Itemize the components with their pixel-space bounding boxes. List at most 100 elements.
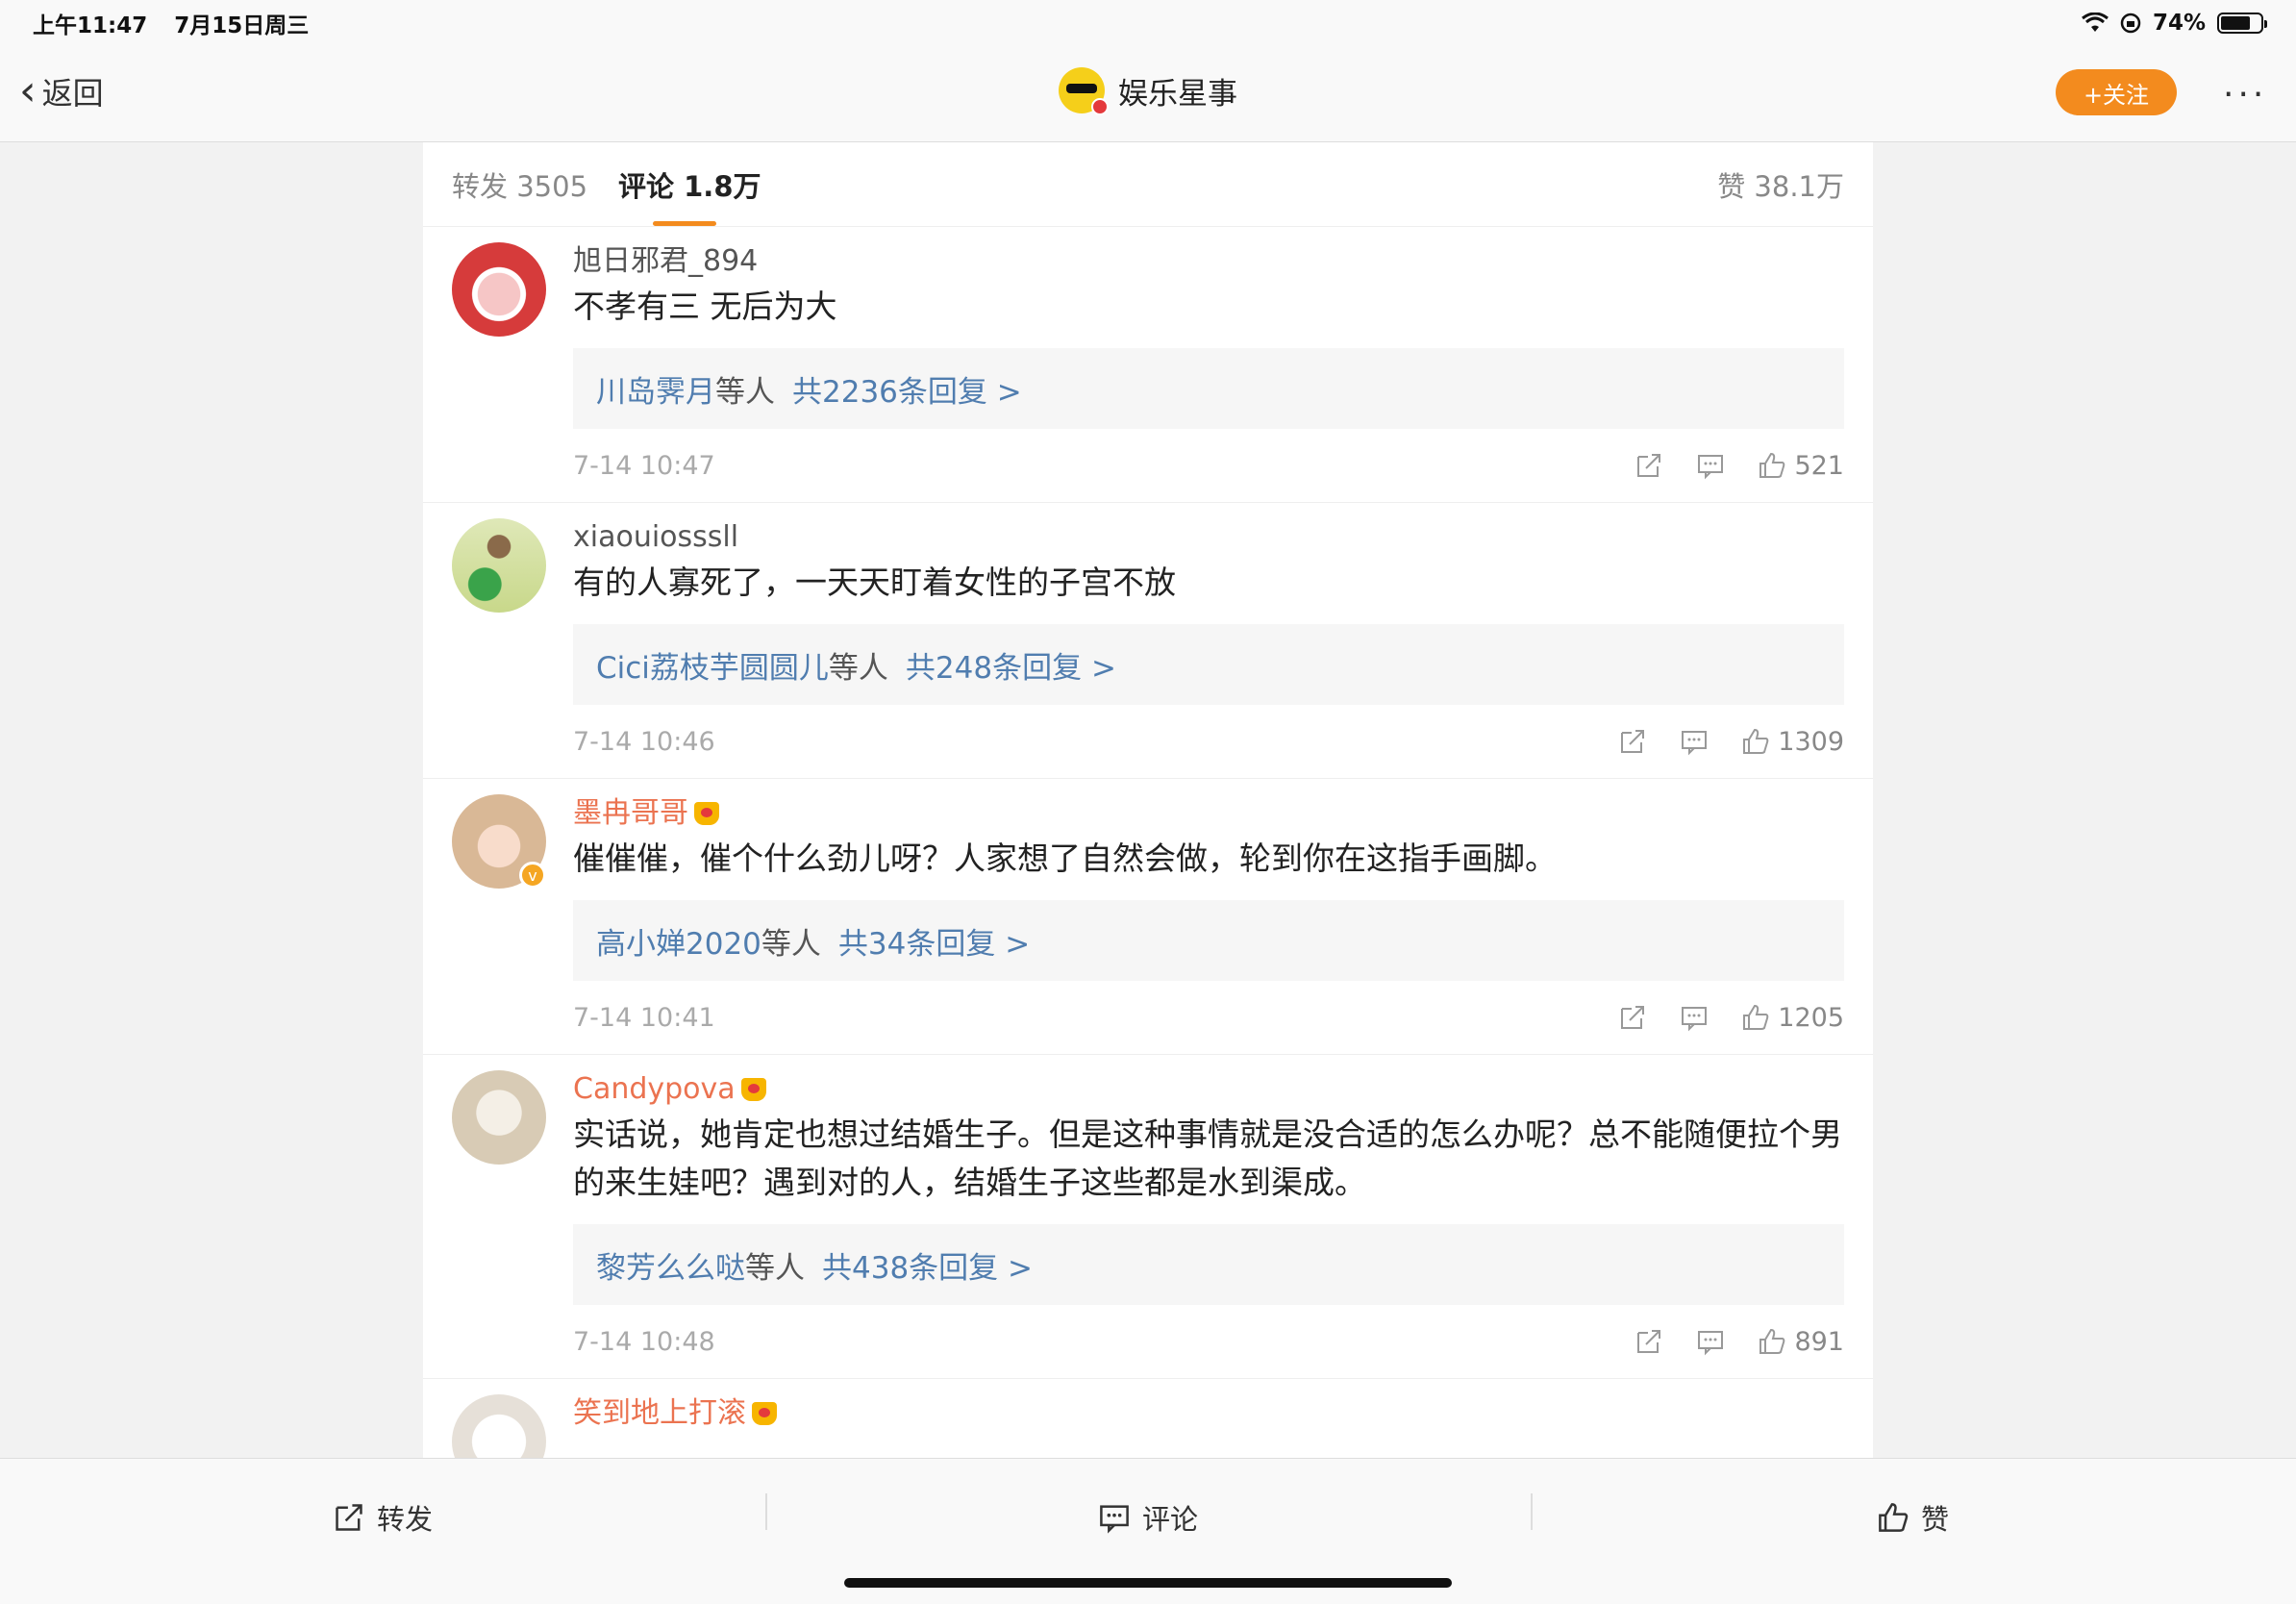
thumbs-up-icon	[1743, 1004, 1769, 1030]
orientation-lock-icon	[2120, 13, 2141, 34]
thumbs-up-icon	[1743, 728, 1769, 754]
comment-text: 实话说，她肯定也想过结婚生子。但是这种事情就是没合适的怎么办呢？总不能随便拉个男…	[573, 1115, 1842, 1201]
author-name: 墨冉哥哥	[573, 796, 688, 830]
reply-count[interactable]: 共34条回复 >	[838, 919, 1030, 963]
reply-count[interactable]: 共2236条回复 >	[792, 367, 1022, 411]
tab-repost[interactable]: 转发 3505	[452, 164, 587, 205]
share-icon[interactable]	[1618, 727, 1647, 756]
reply-count[interactable]: 共248条回复 >	[906, 643, 1116, 687]
reply-icon[interactable]	[1680, 1003, 1709, 1032]
comment-actions: 521	[1635, 451, 1844, 481]
status-right: 74%	[2082, 11, 2267, 36]
account-name: 娱乐星事	[1118, 76, 1237, 112]
avatar[interactable]	[452, 518, 546, 613]
comment-actions: 1309	[1618, 727, 1844, 757]
account-avatar	[1059, 67, 1109, 115]
comment-footer: 7-14 10:46 1309	[573, 705, 1844, 778]
bottom-action-bar: 转发 评论 赞	[0, 1458, 2296, 1604]
reply-icon[interactable]	[1680, 727, 1709, 756]
comment-time: 7-14 10:48	[573, 1326, 715, 1357]
repost-label: 转发	[377, 1503, 434, 1536]
comment-footer: 7-14 10:47 521	[573, 429, 1844, 502]
divider	[1531, 1493, 1533, 1530]
status-time: 上午11:47	[33, 13, 148, 38]
comment-actions: 891	[1635, 1327, 1844, 1357]
follow-button[interactable]: +关注	[2056, 69, 2177, 115]
like-count: 891	[1794, 1326, 1844, 1357]
comment-button[interactable]: 评论	[1098, 1497, 1198, 1538]
replies-link[interactable]: 黎芳么么哒 等人 共438条回复 >	[573, 1224, 1844, 1305]
share-icon	[336, 1504, 362, 1531]
comment-footer: 7-14 10:41 1205	[573, 981, 1844, 1054]
like-button[interactable]: 1309	[1741, 727, 1844, 757]
tab-comment[interactable]: 评论 1.8万	[618, 164, 761, 226]
comment-text: 有的人寡死了，一天天盯着女性的子宫不放	[573, 564, 1176, 601]
like-button[interactable]: 891	[1758, 1327, 1844, 1357]
reply-user[interactable]: 高小婵2020	[596, 919, 761, 963]
comment-item: v 墨冉哥哥 催催催，催个什么劲儿呀？人家想了自然会做，轮到你在这指手画脚。 高…	[423, 779, 1873, 1055]
thumbs-up-icon	[1879, 1503, 1909, 1532]
battery-fill	[2221, 16, 2250, 30]
repost-button[interactable]: 转发	[333, 1497, 433, 1538]
chevron-left-icon: ‹	[19, 66, 37, 115]
more-options-icon[interactable]: ···	[2223, 75, 2267, 114]
thumbs-up-icon	[1759, 1328, 1785, 1354]
nav-title[interactable]: 娱乐星事	[1059, 67, 1237, 115]
reply-suffix: 等人	[715, 374, 775, 410]
replies-link[interactable]: Cici荔枝芋圆圆儿 等人 共248条回复 >	[573, 624, 1844, 705]
share-icon[interactable]	[1635, 451, 1663, 480]
nav-bar: ‹ 返回 娱乐星事 +关注 ···	[0, 46, 2296, 142]
avatar[interactable]	[452, 1394, 546, 1458]
author-name: 笑到地上打滚	[573, 1396, 746, 1430]
tab-like[interactable]: 赞 38.1万	[1717, 164, 1844, 205]
reply-suffix: 等人	[745, 1250, 805, 1286]
comment-actions: 1205	[1618, 1003, 1844, 1033]
comment-author[interactable]: 旭日邪君_894	[573, 227, 1844, 281]
back-button[interactable]: ‹ 返回	[19, 69, 104, 113]
comment-time: 7-14 10:41	[573, 1002, 715, 1033]
status-date: 7月15日周三	[174, 13, 310, 38]
reply-user[interactable]: Cici荔枝芋圆圆儿	[596, 643, 829, 687]
comment-time: 7-14 10:46	[573, 726, 715, 757]
vip-crown-icon	[694, 802, 719, 825]
replies-link[interactable]: 高小婵2020 等人 共34条回复 >	[573, 900, 1844, 981]
author-name: Candypova	[573, 1072, 736, 1106]
comment-author[interactable]: 墨冉哥哥	[573, 779, 1844, 833]
avatar[interactable]	[452, 1070, 546, 1165]
battery-icon	[2217, 13, 2267, 34]
divider	[765, 1493, 767, 1530]
share-icon[interactable]	[1635, 1327, 1663, 1356]
comment-footer: 7-14 10:48 891	[573, 1305, 1844, 1378]
verified-badge-icon	[1091, 98, 1109, 115]
like-button[interactable]: 521	[1758, 451, 1844, 481]
like-count: 521	[1794, 450, 1844, 481]
comments-card: 转发 3505 评论 1.8万 赞 38.1万 旭日邪君_894 不孝有三 无后…	[423, 142, 1873, 1458]
like-button[interactable]: 1205	[1741, 1003, 1844, 1033]
comment-item: 旭日邪君_894 不孝有三 无后为大 川岛霁月 等人 共2236条回复 > 7-…	[423, 227, 1873, 503]
wifi-icon	[2082, 13, 2109, 32]
comment-icon	[1100, 1505, 1129, 1534]
battery-percent: 74%	[2152, 11, 2206, 36]
home-indicator[interactable]	[844, 1578, 1452, 1588]
reply-user[interactable]: 川岛霁月	[596, 367, 715, 411]
comment-author[interactable]: xiaouiosssll	[573, 503, 1844, 557]
like-label: 赞	[1921, 1503, 1950, 1536]
verified-badge-icon: v	[519, 862, 546, 889]
comment-author[interactable]: 笑到地上打滚	[573, 1379, 1844, 1433]
reply-user[interactable]: 黎芳么么哒	[596, 1243, 745, 1287]
status-bar: 上午11:47 7月15日周三 74%	[0, 0, 2296, 46]
comment-author[interactable]: Candypova	[573, 1055, 1844, 1109]
reply-count[interactable]: 共438条回复 >	[822, 1243, 1033, 1287]
vip-crown-icon	[752, 1402, 777, 1425]
comment-label: 评论	[1142, 1503, 1199, 1536]
reply-icon[interactable]	[1696, 451, 1725, 480]
comment-item: xiaouiosssll 有的人寡死了，一天天盯着女性的子宫不放 Cici荔枝芋…	[423, 503, 1873, 779]
like-button[interactable]: 赞	[1877, 1497, 1949, 1538]
reply-icon[interactable]	[1696, 1327, 1725, 1356]
replies-link[interactable]: 川岛霁月 等人 共2236条回复 >	[573, 348, 1844, 429]
back-label: 返回	[41, 75, 104, 112]
share-icon[interactable]	[1618, 1003, 1647, 1032]
avatar[interactable]	[452, 242, 546, 337]
comment-text: 催催催，催个什么劲儿呀？人家想了自然会做，轮到你在这指手画脚。	[573, 840, 1557, 877]
avatar[interactable]: v	[452, 794, 546, 889]
